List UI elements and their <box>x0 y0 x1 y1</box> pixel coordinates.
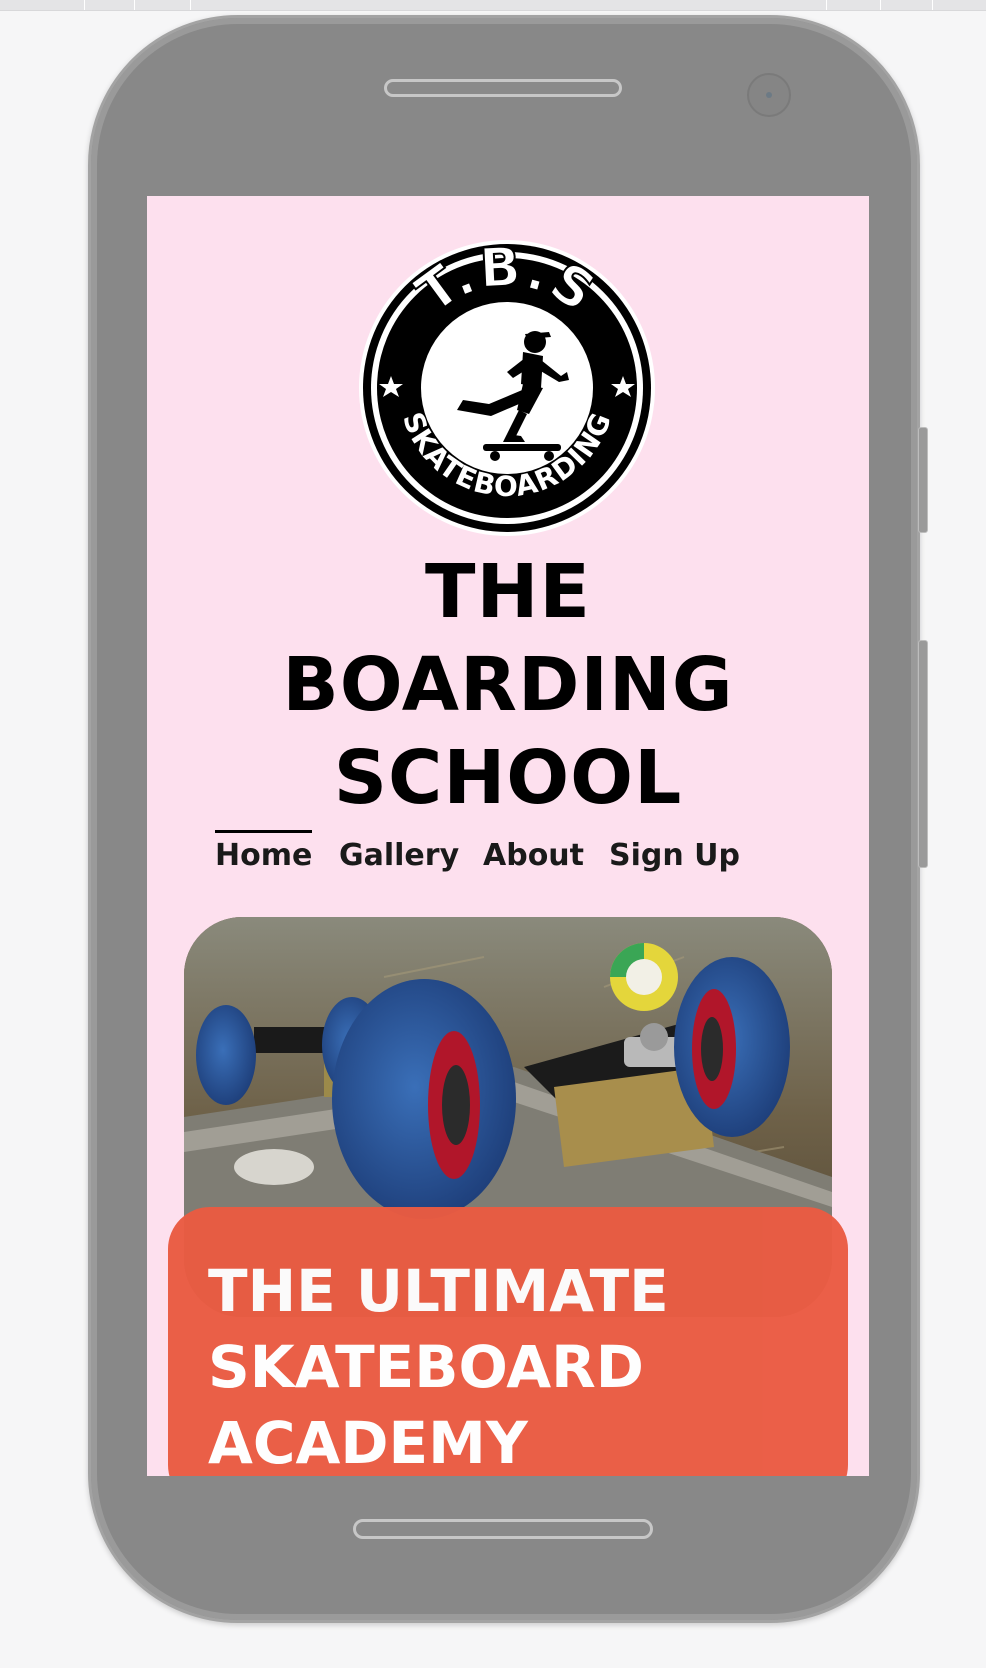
nav-item-sign-up[interactable]: Sign Up <box>609 836 740 876</box>
nav-item-gallery[interactable]: Gallery <box>339 836 459 876</box>
power-button <box>918 640 928 868</box>
site-title-line-1: THE <box>425 549 591 635</box>
tbs-logo[interactable]: T.B.S SKATEBOARDING <box>357 234 657 538</box>
volume-button <box>918 427 928 533</box>
phone-screen: T.B.S SKATEBOARDING THE BOARDING SCHOOL … <box>147 196 869 1476</box>
hero-heading: THE ULTIMATE SKATEBOARD ACADEMY <box>208 1253 669 1476</box>
front-camera <box>747 73 791 117</box>
earpiece-speaker <box>384 79 622 97</box>
hero-heading-line-3: ACADEMY <box>208 1409 528 1476</box>
hero-heading-line-1: THE ULTIMATE <box>208 1257 669 1325</box>
site-title-line-3: SCHOOL <box>333 735 683 821</box>
browser-top-strip <box>0 0 986 11</box>
main-nav: Home Gallery About Sign Up <box>147 830 869 876</box>
hero-card: THE ULTIMATE SKATEBOARD ACADEMY <box>168 1207 848 1476</box>
site-title: THE BOARDING SCHOOL <box>147 546 869 825</box>
nav-item-home[interactable]: Home <box>215 830 313 876</box>
nav-item-about[interactable]: About <box>483 836 584 876</box>
site-title-line-2: BOARDING <box>282 642 734 728</box>
home-bar[interactable] <box>353 1519 653 1539</box>
hero-heading-line-2: SKATEBOARD <box>208 1333 644 1401</box>
